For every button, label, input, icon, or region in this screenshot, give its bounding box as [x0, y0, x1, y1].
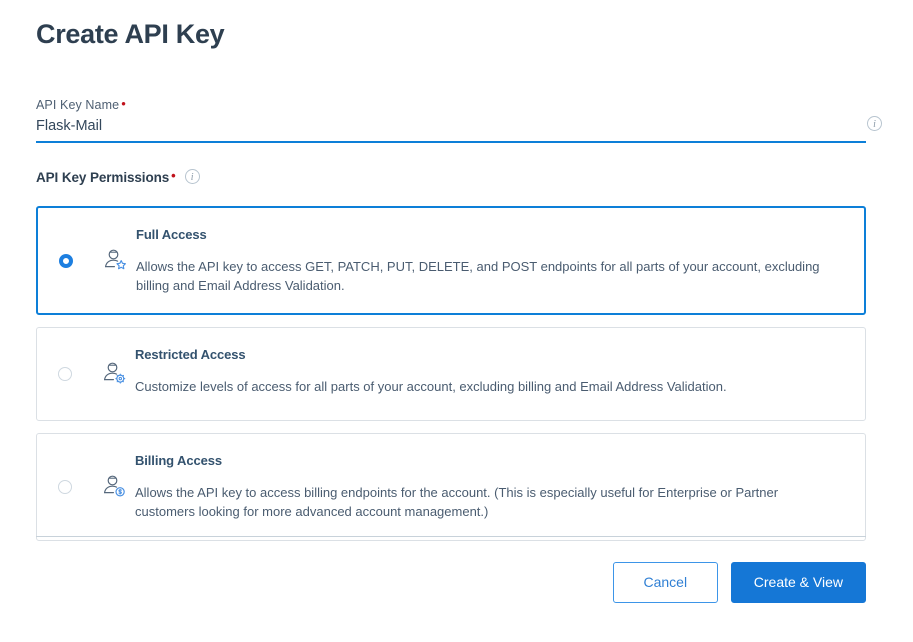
required-marker: • — [119, 96, 126, 111]
radio-billing-access[interactable] — [58, 480, 72, 494]
option-title: Billing Access — [135, 452, 845, 470]
info-circle-icon[interactable]: i — [867, 116, 882, 131]
options-list-bottom-divider — [36, 536, 866, 537]
radio-wrap-billing-access[interactable] — [37, 434, 93, 540]
permission-option-billing-access[interactable]: Billing Access Allows the API key to acc… — [36, 433, 866, 541]
radio-wrap-restricted-access[interactable] — [37, 328, 93, 420]
option-description: Allows the API key to access GET, PATCH,… — [136, 258, 826, 295]
api-key-name-label: API Key Name• — [36, 96, 866, 113]
icon-wrap-full-access — [94, 208, 136, 313]
option-body-restricted-access: Restricted Access Customize levels of ac… — [135, 328, 865, 415]
api-key-permissions-label-text: API Key Permissions — [36, 170, 169, 185]
radio-full-access[interactable] — [59, 254, 73, 268]
radio-restricted-access[interactable] — [58, 367, 72, 381]
option-body-full-access: Full Access Allows the API key to access… — [136, 208, 864, 313]
api-key-name-field-block: API Key Name• i — [36, 96, 866, 141]
user-star-icon — [102, 248, 128, 274]
cancel-button[interactable]: Cancel — [613, 562, 718, 603]
option-description: Customize levels of access for all parts… — [135, 378, 825, 397]
dialog-footer: Cancel Create & View — [0, 561, 913, 603]
api-key-name-input-row: i — [36, 115, 866, 141]
permission-option-full-access[interactable]: Full Access Allows the API key to access… — [36, 206, 866, 315]
option-body-billing-access: Billing Access Allows the API key to acc… — [135, 434, 865, 539]
api-key-name-input[interactable] — [36, 115, 866, 143]
icon-wrap-restricted-access — [93, 328, 135, 420]
create-api-key-page: Create API Key API Key Name• i API Key P… — [0, 0, 913, 642]
api-key-permissions-label: API Key Permissions• — [36, 168, 176, 185]
required-marker: • — [169, 168, 175, 183]
option-description: Allows the API key to access billing end… — [135, 484, 825, 521]
radio-wrap-full-access[interactable] — [38, 208, 94, 313]
permission-options-list: Full Access Allows the API key to access… — [36, 206, 866, 553]
api-key-name-label-text: API Key Name — [36, 98, 119, 112]
create-and-view-button[interactable]: Create & View — [731, 562, 866, 603]
user-dollar-icon — [101, 474, 127, 500]
option-title: Full Access — [136, 226, 844, 244]
info-circle-icon[interactable]: i — [185, 169, 200, 184]
option-title: Restricted Access — [135, 346, 845, 364]
icon-wrap-billing-access — [93, 434, 135, 540]
user-gear-icon — [101, 361, 127, 387]
api-key-permissions-label-row: API Key Permissions• i — [36, 168, 200, 185]
page-title: Create API Key — [36, 16, 224, 52]
permission-option-restricted-access[interactable]: Restricted Access Customize levels of ac… — [36, 327, 866, 421]
